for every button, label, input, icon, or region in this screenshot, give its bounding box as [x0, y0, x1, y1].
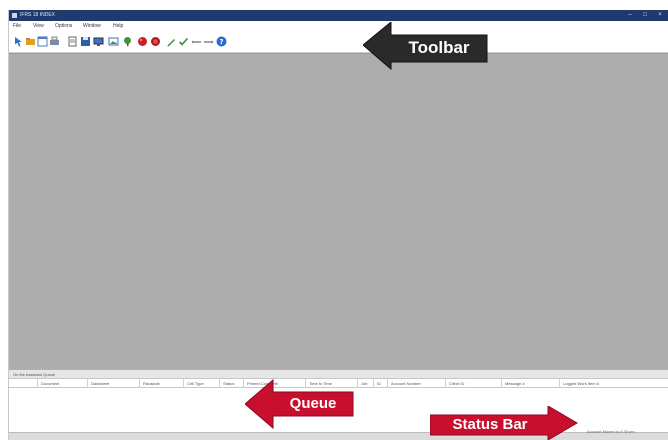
window-title: IFRS 18 INDEX: [20, 12, 56, 18]
close-button[interactable]: ×: [653, 10, 667, 21]
menu-file[interactable]: File: [13, 23, 21, 29]
pencil-icon[interactable]: [166, 36, 177, 47]
queue-col-datasheet[interactable]: Datasheet: [87, 379, 139, 388]
check-icon[interactable]: [178, 36, 189, 47]
svg-text:?: ?: [219, 38, 223, 46]
maximize-button[interactable]: □: [638, 10, 652, 21]
diskette-icon[interactable]: [80, 36, 91, 47]
status-text: Account Moved to 4:30 pm: [587, 429, 635, 434]
document-icon[interactable]: [67, 36, 78, 47]
queue-header: On the Assistant Queue: [9, 369, 668, 378]
cursor-icon[interactable]: [13, 36, 24, 47]
toolbar-callout-label: Toolbar: [408, 38, 470, 57]
queue-col-client-id[interactable]: Client ID: [445, 379, 501, 388]
queue-callout: Queue: [245, 378, 355, 430]
queue-callout-label: Queue: [289, 395, 337, 412]
queue-col-message[interactable]: Message #: [501, 379, 559, 388]
main-workspace[interactable]: [9, 53, 668, 369]
queue-col-status[interactable]: Status: [219, 379, 243, 388]
title-bar: IFRS 18 INDEX – □ ×: [9, 10, 668, 21]
menu-window[interactable]: Window: [83, 23, 101, 29]
stop-red-icon[interactable]: [150, 36, 161, 47]
queue-col-rdcalade[interactable]: Rdcalade: [139, 379, 183, 388]
queue-col-account-number[interactable]: Account Number: [387, 379, 445, 388]
window-icon[interactable]: [37, 36, 48, 47]
queue-col-logged-work-item[interactable]: Logged Work Item #: [559, 379, 668, 388]
application-window: IFRS 18 INDEX – □ × File View Options Wi…: [8, 10, 668, 440]
record-red-icon[interactable]: [137, 36, 148, 47]
menu-bar: File View Options Window Help: [9, 21, 668, 31]
queue-col-document[interactable]: Document: [37, 379, 87, 388]
image-icon[interactable]: [108, 36, 119, 47]
app-icon: [12, 13, 17, 18]
link-tool-icon[interactable]: [203, 36, 214, 47]
menu-options[interactable]: Options: [55, 23, 72, 29]
open-folder-icon[interactable]: [25, 36, 36, 47]
line-tool-icon[interactable]: [191, 36, 202, 47]
toolbar-callout: Toolbar: [363, 22, 491, 80]
toolbar: ?: [9, 31, 668, 53]
menu-view[interactable]: View: [33, 23, 44, 29]
queue-col-id[interactable]: ID: [373, 379, 387, 388]
queue-col-job[interactable]: Job: [357, 379, 373, 388]
status-bar-callout-label: Status Bar: [452, 416, 528, 433]
monitor-icon[interactable]: [93, 36, 104, 47]
status-bar-callout: Status Bar: [430, 406, 578, 440]
menu-help[interactable]: Help: [113, 23, 123, 29]
help-icon[interactable]: ?: [216, 36, 227, 47]
queue-col-select[interactable]: [9, 379, 37, 388]
print-icon[interactable]: [49, 36, 60, 47]
queue-col-cell-type[interactable]: Cell Type: [183, 379, 219, 388]
tree-icon[interactable]: [122, 36, 133, 47]
minimize-button[interactable]: –: [623, 10, 637, 21]
